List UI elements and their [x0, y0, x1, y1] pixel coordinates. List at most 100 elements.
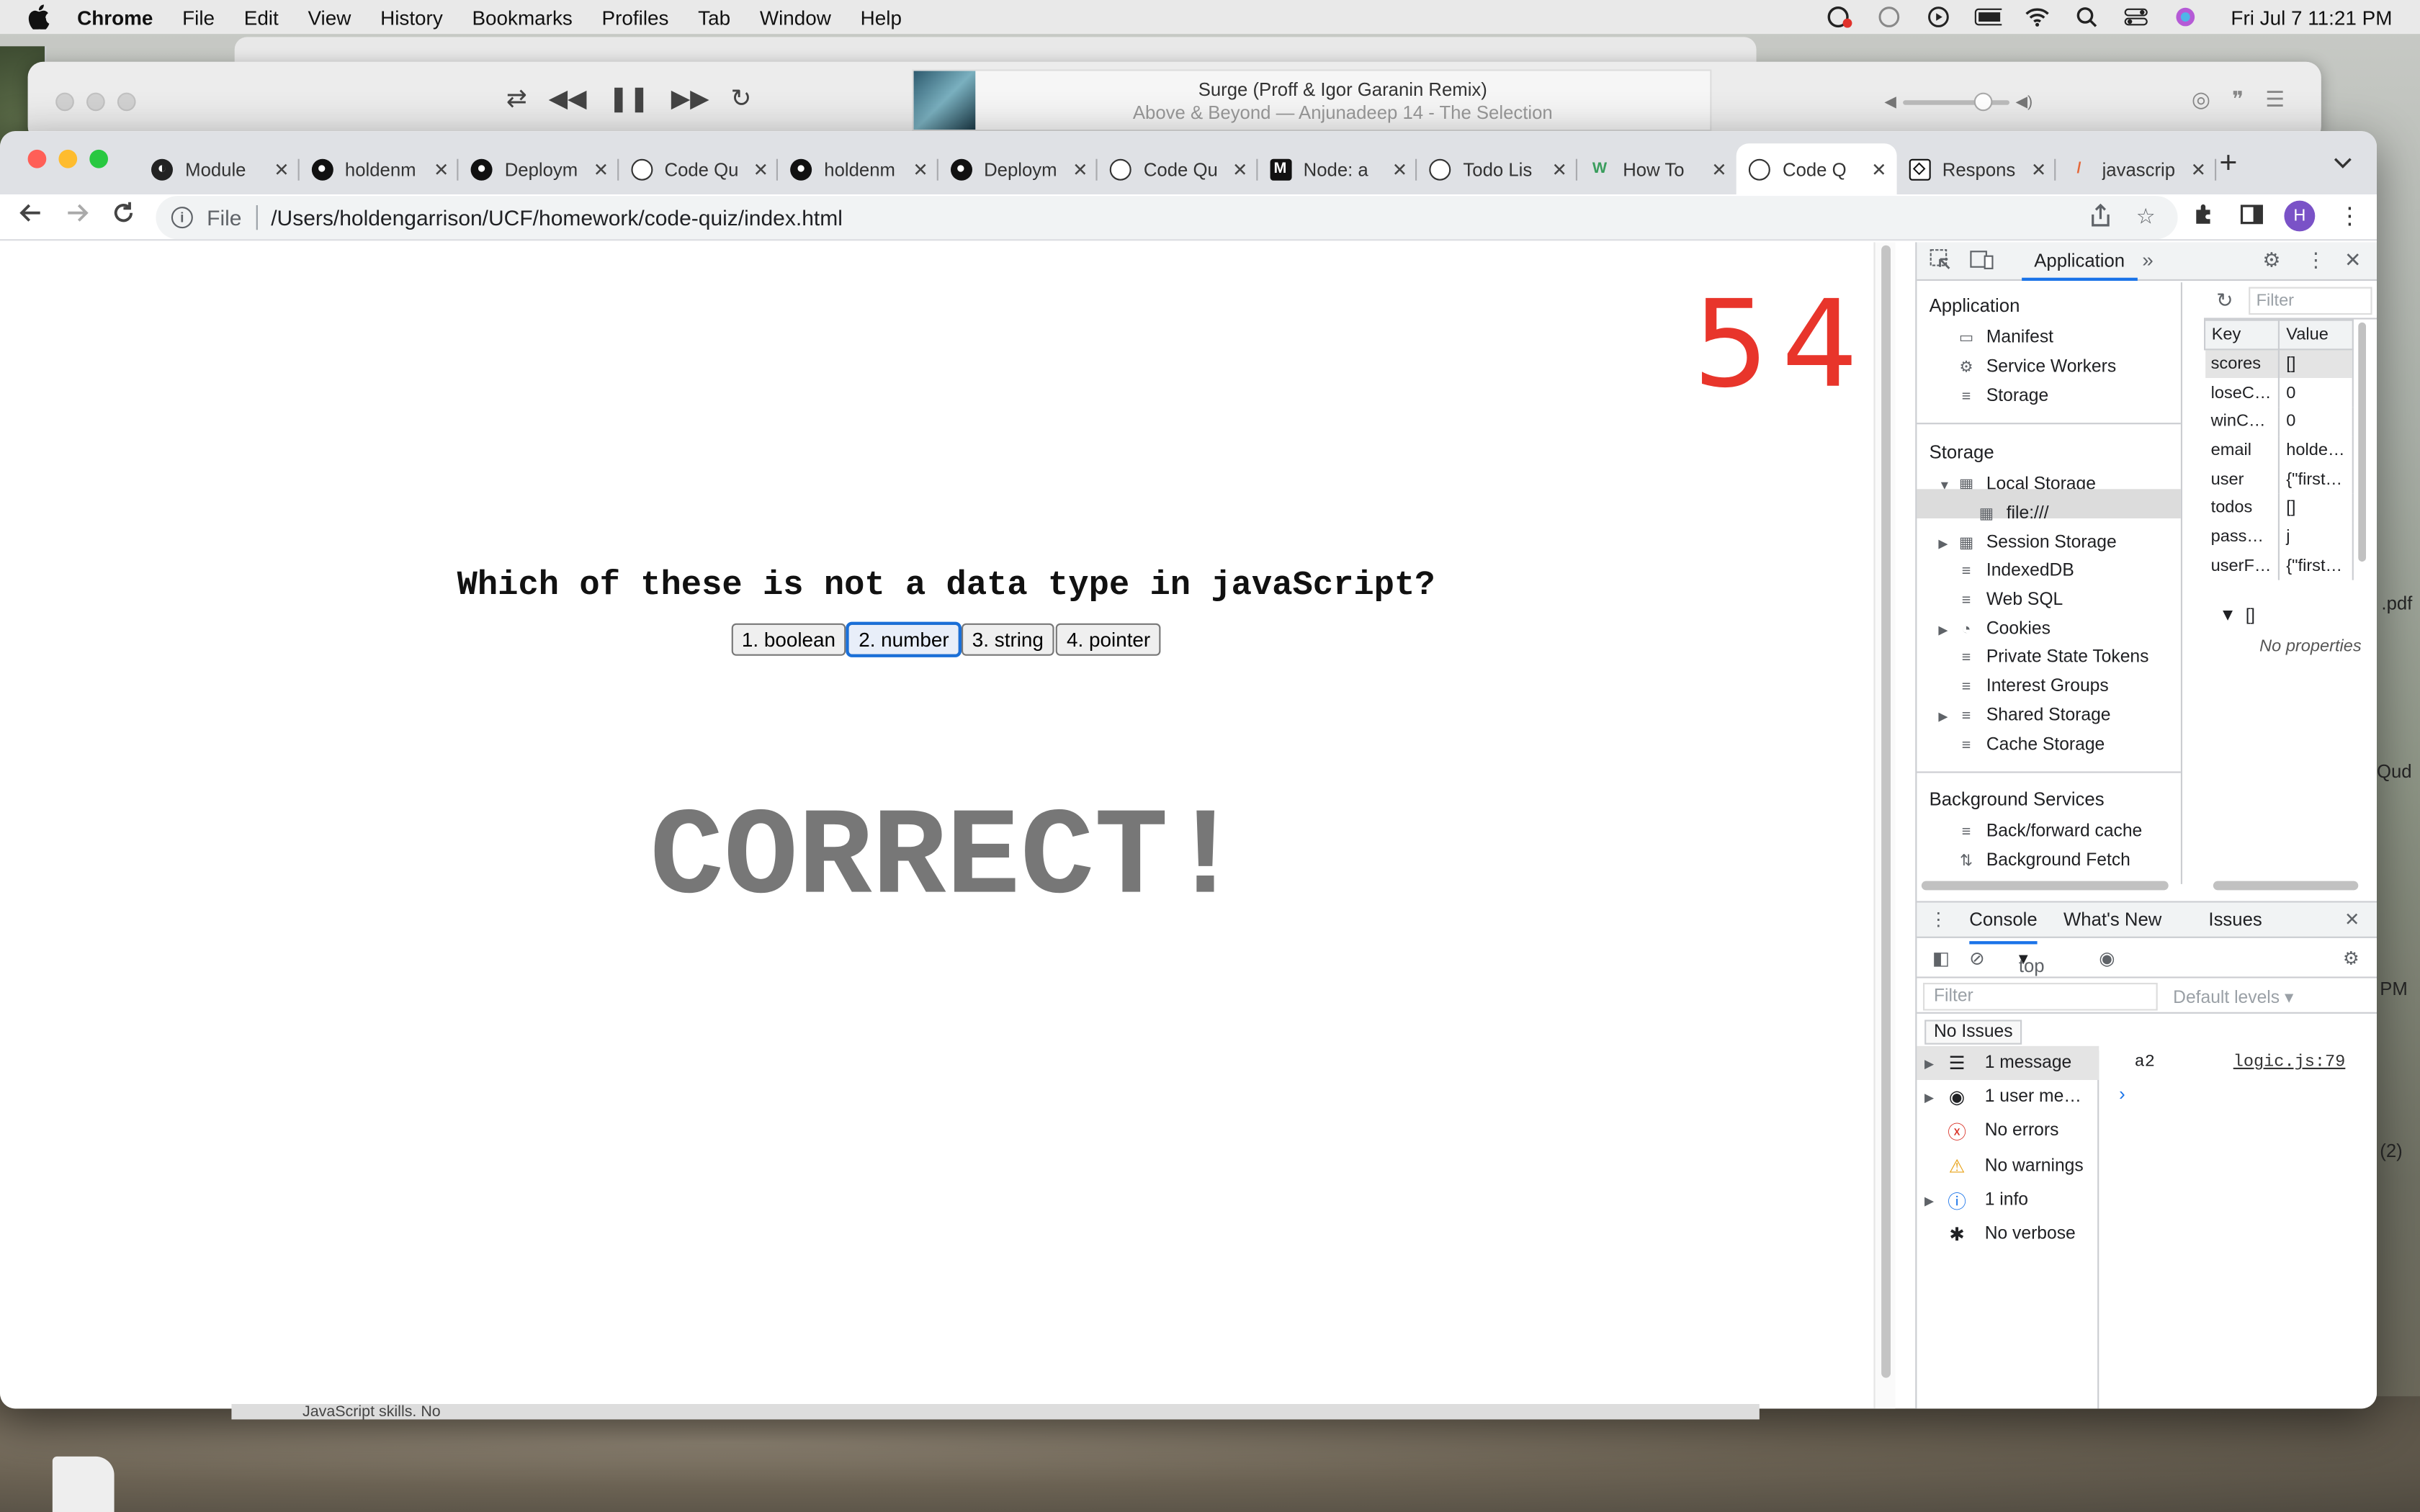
refresh-icon[interactable]: ↻ — [2216, 288, 2233, 312]
storage-value-cell[interactable]: 0 — [2279, 407, 2354, 436]
address-bar[interactable]: i File /Users/holdengarrison/UCF/homewor… — [156, 196, 2178, 240]
device-toolbar-icon[interactable] — [1969, 248, 1994, 274]
inspect-element-icon[interactable] — [1930, 248, 1951, 274]
storage-key-cell[interactable]: email — [2205, 436, 2280, 465]
storage-value-cell[interactable]: {"first… — [2279, 551, 2354, 580]
browser-tab[interactable]: / javascrip ✕ — [2056, 143, 2216, 194]
browser-tab[interactable]: ◇ Respons ✕ — [1896, 143, 2056, 194]
tree-item-back-forward-cache[interactable]: ≡ Back/forward cache — [1955, 822, 2143, 841]
collapsed-triangle-icon[interactable]: ▶ — [1938, 709, 1948, 723]
volume-slider[interactable]: ◀ ◀) — [1884, 91, 2033, 112]
collapsed-triangle-icon[interactable]: ▶ — [1938, 623, 1948, 636]
answer-button-2[interactable]: 2. number — [846, 621, 962, 657]
storage-key-cell[interactable]: scores — [2205, 349, 2280, 379]
answer-button-1[interactable]: 1. boolean — [730, 623, 847, 656]
browser-tab[interactable]: ● holdenm ✕ — [299, 143, 459, 194]
close-tab-icon[interactable]: ✕ — [1072, 159, 1088, 181]
tree-item-service-workers[interactable]: ⚙ Service Workers — [1955, 358, 2116, 377]
browser-tab[interactable]: ● holdenm ✕ — [778, 143, 938, 194]
site-info-icon[interactable]: i — [171, 207, 193, 229]
tab-whats-new[interactable]: What's New — [2063, 909, 2161, 930]
storage-value-cell[interactable]: j — [2279, 522, 2354, 552]
tree-item-cache-storage[interactable]: ≡ Cache Storage — [1955, 736, 2105, 755]
wifi-icon[interactable] — [2024, 6, 2052, 28]
reload-icon[interactable] — [111, 201, 135, 233]
menu-tab[interactable]: Tab — [698, 6, 730, 29]
tree-item-manifest[interactable]: ▭ Manifest — [1955, 328, 2053, 347]
console-settings-icon[interactable]: ⚙ — [2343, 948, 2360, 969]
apple-icon[interactable] — [24, 3, 53, 31]
storage-key-cell[interactable]: pass… — [2205, 522, 2280, 552]
extensions-puzzle-icon[interactable] — [2192, 202, 2216, 233]
close-tab-icon[interactable]: ✕ — [1232, 159, 1248, 181]
more-tabs-chevron-icon[interactable]: » — [2142, 248, 2154, 271]
close-tab-icon[interactable]: ✕ — [1711, 159, 1727, 181]
bookmark-star-icon[interactable]: ☆ — [2136, 204, 2156, 230]
tree-item-shared-storage[interactable]: ▶ ≡ Shared Storage — [1938, 706, 2110, 725]
page-scrollbar[interactable] — [1873, 242, 1896, 1409]
kebab-menu-icon[interactable]: ⋮ — [2338, 202, 2361, 230]
eye-icon[interactable]: ◉ — [2099, 948, 2115, 969]
storage-row[interactable]: todos[] — [2205, 493, 2354, 523]
battery-icon[interactable] — [1975, 6, 2003, 28]
sidebar-errors[interactable]: ⓧ No errors — [1917, 1114, 2099, 1148]
tree-item-session-storage[interactable]: ▶ ▦ Session Storage — [1938, 534, 2116, 552]
close-tab-icon[interactable]: ✕ — [274, 159, 290, 181]
menu-view[interactable]: View — [308, 6, 351, 29]
browser-tab[interactable]: Todo Lis ✕ — [1417, 143, 1577, 194]
key-column-header[interactable]: Key — [2203, 319, 2280, 351]
browser-tab[interactable]: M Node: a ✕ — [1257, 143, 1417, 194]
console-filter-input[interactable]: Filter — [1923, 983, 2158, 1011]
shuffle-icon[interactable]: ⇄ — [506, 84, 527, 114]
console-log-source-link[interactable]: logic.js:79 — [2233, 1054, 2346, 1073]
menubar-clock[interactable]: Fri Jul 7 11:21 PM — [2231, 6, 2392, 29]
storage-key-cell[interactable]: todos — [2205, 493, 2280, 523]
storage-row[interactable]: winC… 0 — [2205, 407, 2354, 436]
volume-knob[interactable] — [1973, 91, 1992, 111]
log-levels-dropdown[interactable]: Default levels ▾ — [2173, 986, 2293, 1008]
storage-row[interactable]: loseC… 0 — [2205, 378, 2354, 408]
close-tab-icon[interactable]: ✕ — [913, 159, 928, 181]
browser-tab[interactable]: ◐ Module ✕ — [139, 143, 299, 194]
storage-table-scrollbar[interactable] — [2357, 322, 2369, 570]
browser-tab[interactable]: ● Deploym ✕ — [458, 143, 619, 194]
spotlight-search-icon[interactable] — [2074, 6, 2102, 28]
tree-item-private-state-tokens[interactable]: ≡ Private State Tokens — [1955, 648, 2149, 667]
answer-button-4[interactable]: 4. pointer — [1056, 623, 1162, 656]
tab-search-chevron-icon[interactable] — [2334, 153, 2352, 174]
clear-console-icon[interactable]: ⊘ — [1969, 948, 1985, 969]
console-prompt-chevron-icon[interactable]: › — [2119, 1083, 2125, 1104]
close-window-button[interactable] — [27, 149, 47, 168]
storage-value-cell[interactable]: {"first… — [2279, 464, 2354, 494]
close-tab-icon[interactable]: ✕ — [1871, 159, 1887, 181]
browser-tab[interactable]: ● Deploym ✕ — [938, 143, 1098, 194]
share-icon[interactable] — [2089, 203, 2111, 233]
sidebar-toggle-icon[interactable]: ◧ — [1932, 948, 1950, 969]
minimize-window-button[interactable] — [58, 149, 78, 168]
sidebar-verbose[interactable]: ✱ No verbose — [1917, 1218, 2099, 1251]
tree-item-indexeddb[interactable]: ≡ IndexedDB — [1955, 562, 2074, 580]
fast-forward-icon[interactable]: ▶▶ — [671, 84, 709, 114]
storage-key-cell[interactable]: loseC… — [2205, 378, 2280, 408]
storage-value-cell[interactable]: [] — [2279, 493, 2354, 523]
close-tab-icon[interactable]: ✕ — [1552, 159, 1568, 181]
menu-help[interactable]: Help — [861, 6, 902, 29]
close-tab-icon[interactable]: ✕ — [593, 159, 609, 181]
tree-item-background-fetch[interactable]: ⇅ Background Fetch — [1955, 852, 2130, 870]
devtools-kebab-icon[interactable]: ⋮ — [2305, 248, 2326, 273]
tab-application[interactable]: Application — [2022, 242, 2138, 281]
close-tab-icon[interactable]: ✕ — [2191, 159, 2207, 181]
repeat-icon[interactable]: ↻ — [731, 84, 752, 114]
sidebar-warnings[interactable]: ⚠ No warnings — [1917, 1149, 2099, 1183]
close-tab-icon[interactable]: ✕ — [434, 159, 449, 181]
menu-file[interactable]: File — [182, 6, 215, 29]
storage-value-cell[interactable]: [] — [2279, 349, 2354, 379]
tree-item-interest-groups[interactable]: ≡ Interest Groups — [1955, 678, 2109, 696]
storage-row[interactable]: user {"first… — [2205, 464, 2354, 494]
menu-edit[interactable]: Edit — [244, 6, 279, 29]
lyrics-icon[interactable]: ❞ — [2232, 86, 2244, 112]
storage-key-cell[interactable]: user — [2205, 464, 2280, 494]
storage-row[interactable]: userF… {"first… — [2205, 551, 2354, 580]
control-center-icon[interactable] — [2123, 6, 2151, 28]
close-tab-icon[interactable]: ✕ — [753, 159, 769, 181]
